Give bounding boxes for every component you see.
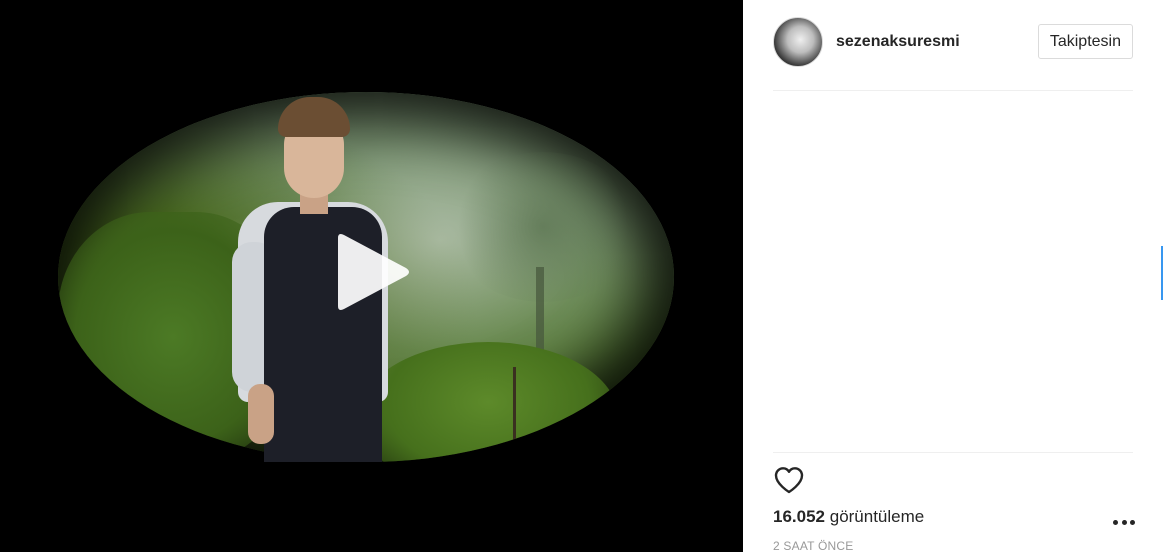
post-info-panel: sezenaksuresmi Takiptesin 16.052 görüntü…: [743, 0, 1163, 552]
divider: [773, 452, 1133, 453]
post-timestamp: 2 SAAT ÖNCE: [773, 539, 854, 552]
following-button[interactable]: Takiptesin: [1037, 24, 1133, 59]
post-modal: sezenaksuresmi Takiptesin 16.052 görüntü…: [0, 0, 1163, 552]
heart-icon[interactable]: [773, 465, 805, 495]
avatar[interactable]: [773, 17, 823, 67]
view-count-number: 16.052: [773, 507, 825, 526]
view-count-label: görüntüleme: [829, 507, 925, 526]
view-count: 16.052 görüntüleme: [773, 507, 924, 527]
more-options-icon[interactable]: [1113, 513, 1135, 531]
post-header: sezenaksuresmi Takiptesin: [773, 16, 1133, 68]
username-link[interactable]: sezenaksuresmi: [836, 33, 960, 51]
video-player[interactable]: [0, 0, 743, 552]
play-icon[interactable]: [330, 230, 412, 314]
divider: [773, 90, 1133, 91]
